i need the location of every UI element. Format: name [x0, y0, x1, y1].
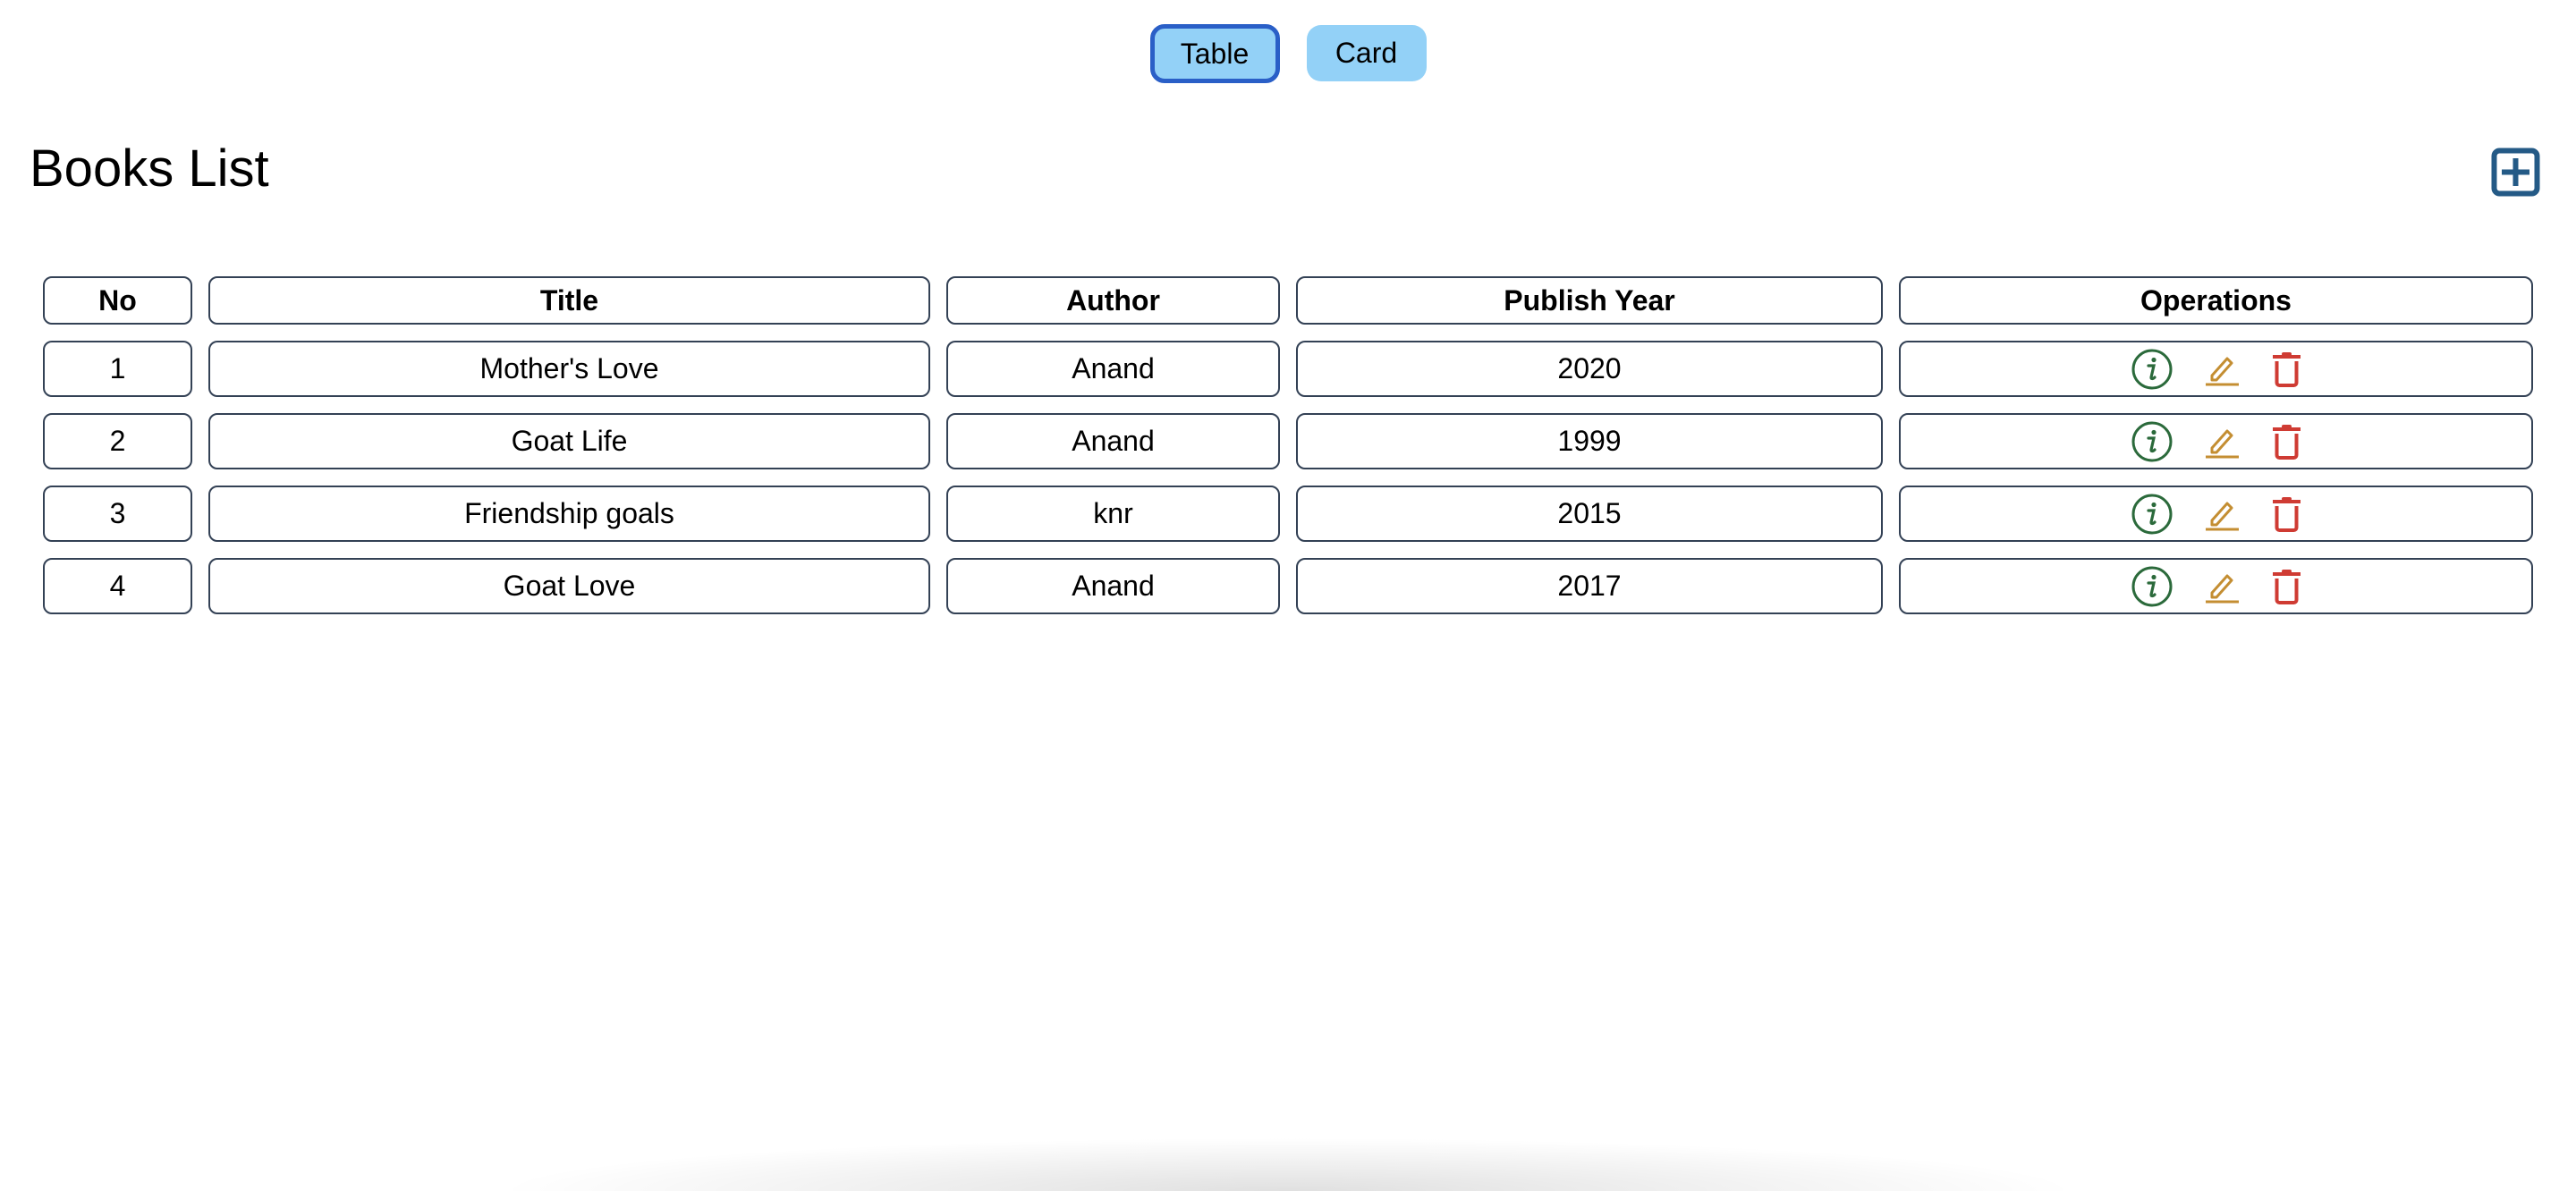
pencil-icon[interactable] — [2205, 496, 2241, 532]
table-row: 1 Mother's Love Anand 2020 — [43, 341, 2533, 397]
cell-publish-year: 2017 — [1296, 558, 1883, 614]
cell-no: 4 — [43, 558, 192, 614]
cell-title: Friendship goals — [208, 486, 930, 542]
cell-operations — [1899, 486, 2533, 542]
table-row: 3 Friendship goals knr 2015 — [43, 486, 2533, 542]
header-no: No — [43, 276, 192, 325]
cell-no: 1 — [43, 341, 192, 397]
info-circle-icon[interactable] — [2131, 421, 2173, 462]
trash-icon[interactable] — [2272, 496, 2301, 532]
trash-icon[interactable] — [2272, 569, 2301, 604]
table-row: 2 Goat Life Anand 1999 — [43, 413, 2533, 469]
header-publish-year: Publish Year — [1296, 276, 1883, 325]
view-toggle: Table Card — [0, 24, 2576, 83]
cell-author: knr — [946, 486, 1280, 542]
cell-publish-year: 2015 — [1296, 486, 1883, 542]
card-view-button[interactable]: Card — [1306, 25, 1427, 81]
pencil-icon[interactable] — [2205, 424, 2241, 460]
table-header-row: No Title Author Publish Year Operations — [43, 276, 2533, 325]
books-table: No Title Author Publish Year Operations … — [27, 260, 2549, 630]
trash-icon[interactable] — [2272, 351, 2301, 387]
cell-author: Anand — [946, 341, 1280, 397]
bottom-shadow — [492, 1137, 2084, 1191]
cell-author: Anand — [946, 558, 1280, 614]
pencil-icon[interactable] — [2205, 351, 2241, 387]
cell-no: 2 — [43, 413, 192, 469]
info-circle-icon[interactable] — [2131, 349, 2173, 390]
header-author: Author — [946, 276, 1280, 325]
plus-square-icon[interactable] — [2491, 148, 2540, 197]
pencil-icon[interactable] — [2205, 569, 2241, 604]
page-title: Books List — [30, 139, 269, 198]
header-title: Title — [208, 276, 930, 325]
cell-title: Mother's Love — [208, 341, 930, 397]
info-circle-icon[interactable] — [2131, 494, 2173, 535]
cell-no: 3 — [43, 486, 192, 542]
table-view-button[interactable]: Table — [1149, 24, 1280, 83]
cell-operations — [1899, 558, 2533, 614]
cell-operations — [1899, 341, 2533, 397]
cell-title: Goat Life — [208, 413, 930, 469]
cell-publish-year: 2020 — [1296, 341, 1883, 397]
trash-icon[interactable] — [2272, 424, 2301, 460]
table-row: 4 Goat Love Anand 2017 — [43, 558, 2533, 614]
cell-operations — [1899, 413, 2533, 469]
cell-author: Anand — [946, 413, 1280, 469]
info-circle-icon[interactable] — [2131, 566, 2173, 607]
header-operations: Operations — [1899, 276, 2533, 325]
cell-title: Goat Love — [208, 558, 930, 614]
cell-publish-year: 1999 — [1296, 413, 1883, 469]
